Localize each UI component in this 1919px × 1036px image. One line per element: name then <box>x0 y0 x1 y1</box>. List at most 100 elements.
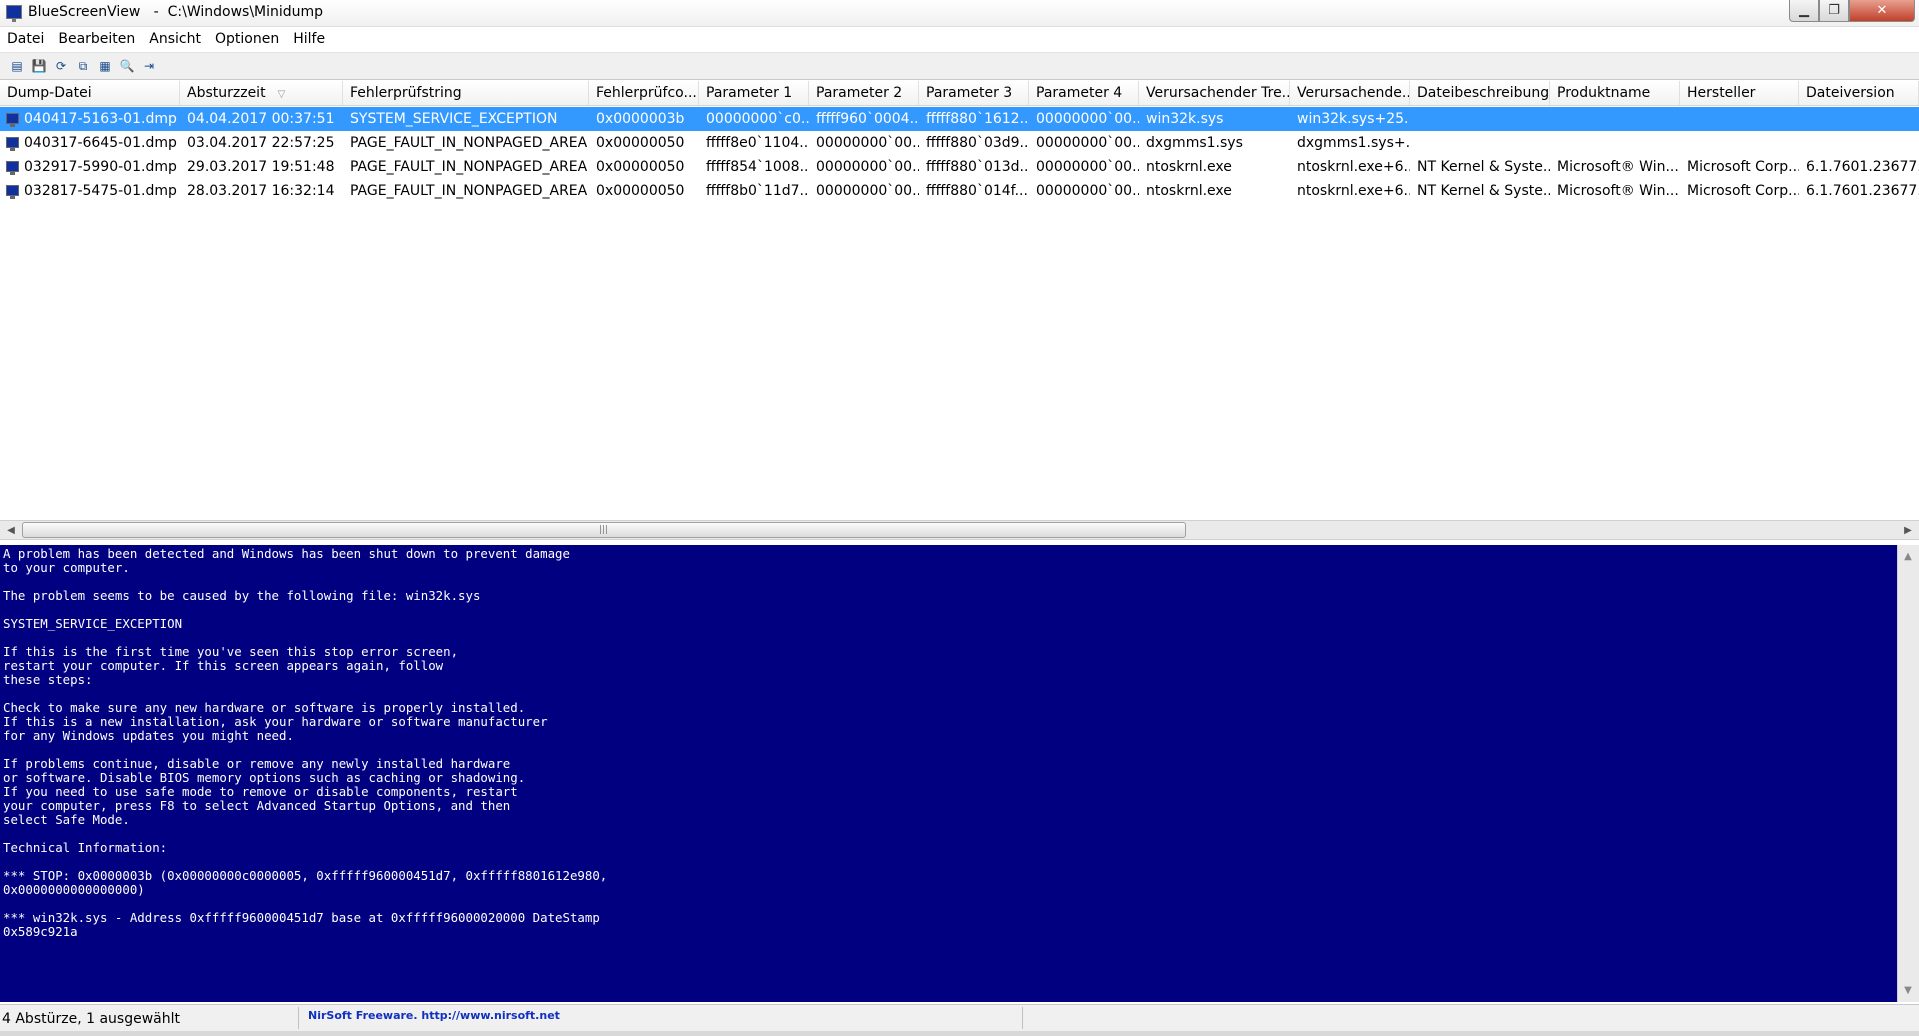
table-cell: 28.03.2017 16:32:14 <box>187 183 335 199</box>
table-cell <box>1799 131 1919 155</box>
table-cell: 032817-5475-01.dmp <box>24 183 177 199</box>
column-header-parameter-2[interactable]: Parameter 2 <box>809 81 919 105</box>
table-cell: 00000000`00... <box>1036 159 1139 175</box>
column-header-product-name[interactable]: Produktname <box>1550 81 1680 105</box>
copy-icon[interactable]: ⧉ <box>74 57 92 75</box>
table-cell: fffff8b0`11d7... <box>706 183 809 199</box>
table-row[interactable]: 032817-5475-01.dmp 28.03.2017 16:32:14 PAG… <box>0 179 1919 203</box>
table-cell: 6.1.7601.23677... <box>1806 159 1919 175</box>
table-cell: Microsoft® Win... <box>1557 183 1679 199</box>
table-cell: ntoskrnl.exe+6... <box>1297 159 1410 175</box>
nirsoft-link[interactable]: NirSoft Freeware. http://www.nirsoft.net <box>308 1009 560 1022</box>
column-header-company[interactable]: Hersteller <box>1680 81 1799 105</box>
column-header-caused-by-address[interactable]: Verursachende... <box>1290 81 1410 105</box>
table-cell: ntoskrnl.exe <box>1146 159 1232 175</box>
sort-arrow-icon: ▽ <box>277 89 286 100</box>
table-cell: dxgmms1.sys+... <box>1297 135 1410 151</box>
table-cell: 00000000`00... <box>816 135 919 151</box>
table-cell: ntoskrnl.exe <box>1146 183 1232 199</box>
column-header-parameter-1[interactable]: Parameter 1 <box>699 81 809 105</box>
table-cell: 29.03.2017 19:51:48 <box>187 159 335 175</box>
column-header-parameter-3[interactable]: Parameter 3 <box>919 81 1029 105</box>
menu-bearbeiten[interactable]: Bearbeiten <box>51 31 142 47</box>
menu-hilfe[interactable]: Hilfe <box>286 31 332 47</box>
table-cell: fffff880`014f... <box>926 183 1028 199</box>
table-cell: 0x00000050 <box>596 135 685 151</box>
html-report-icon[interactable]: ▤ <box>8 57 26 75</box>
bsod-text: A problem has been detected and Windows … <box>3 546 608 939</box>
table-cell: Microsoft® Win... <box>1557 159 1679 175</box>
find-icon[interactable]: 🔍 <box>118 57 136 75</box>
table-cell: fffff8e0`1104... <box>706 135 809 151</box>
table-cell: 040417-5163-01.dmp <box>24 111 177 127</box>
table-cell: dxgmms1.sys <box>1146 135 1243 151</box>
table-row[interactable]: 040417-5163-01.dmp 04.04.2017 00:37:51 SYS… <box>0 107 1919 131</box>
menu-optionen[interactable]: Optionen <box>208 31 286 47</box>
table-row[interactable]: 032917-5990-01.dmp 29.03.2017 19:51:48 PAG… <box>0 155 1919 179</box>
refresh-icon[interactable]: ⟳ <box>52 57 70 75</box>
scroll-up-arrow-icon[interactable]: ▲ <box>1898 547 1918 565</box>
table-cell <box>1680 107 1799 131</box>
column-header-bug-check-code[interactable]: Fehlerprüfco... <box>589 81 699 105</box>
menu-bar: Datei Bearbeiten Ansicht Optionen Hilfe <box>0 27 1919 51</box>
scroll-down-arrow-icon[interactable]: ▼ <box>1898 981 1918 999</box>
table-cell: win32k.sys+25... <box>1297 111 1410 127</box>
menu-ansicht[interactable]: Ansicht <box>142 31 208 47</box>
bsod-preview-pane: A problem has been detected and Windows … <box>0 545 1897 1002</box>
table-cell: PAGE_FAULT_IN_NONPAGED_AREA <box>350 183 588 199</box>
table-cell: 6.1.7601.23677... <box>1806 183 1919 199</box>
vertical-scrollbar[interactable]: ▲ ▼ <box>1897 545 1919 1002</box>
horizontal-scrollbar[interactable]: ◀ ||| ▶ <box>0 520 1919 540</box>
table-cell: NT Kernel & Syste... <box>1417 183 1550 199</box>
column-header-bug-check-string[interactable]: Fehlerprüfstring <box>343 81 589 105</box>
scroll-right-arrow-icon[interactable]: ▶ <box>1899 521 1917 539</box>
table-cell: 0x0000003b <box>596 111 685 127</box>
table-cell: 00000000`00... <box>1036 111 1139 127</box>
table-cell: NT Kernel & Syste... <box>1417 159 1550 175</box>
column-header-caused-by-driver[interactable]: Verursachender Tre... <box>1139 81 1290 105</box>
column-header-parameter-4[interactable]: Parameter 4 <box>1029 81 1139 105</box>
table-cell: Microsoft Corp... <box>1687 159 1799 175</box>
table-cell: 00000000`00... <box>1036 135 1139 151</box>
table-cell: fffff880`013d... <box>926 159 1029 175</box>
column-header-file-version[interactable]: Dateiversion <box>1799 81 1919 105</box>
table-cell: 0x00000050 <box>596 183 685 199</box>
status-separator <box>1022 1007 1023 1029</box>
column-header-file-description[interactable]: Dateibeschreibung <box>1410 81 1550 105</box>
table-cell <box>1799 107 1919 131</box>
table-cell: Microsoft Corp... <box>1687 183 1799 199</box>
minimize-button[interactable]: ▁ <box>1789 0 1819 22</box>
column-header-crash-time[interactable]: Absturzzeit ▽ <box>180 81 343 105</box>
table-cell: 00000000`00... <box>816 183 919 199</box>
table-cell: 040317-6645-01.dmp <box>24 135 177 151</box>
table-cell: SYSTEM_SERVICE_EXCEPTION <box>350 111 558 127</box>
crash-list[interactable]: Dump-Datei Absturzzeit ▽ Fehlerprüfstring… <box>0 81 1919 521</box>
table-cell: 00000000`c0... <box>706 111 809 127</box>
column-header-dump-file[interactable]: Dump-Datei <box>0 81 180 105</box>
table-cell <box>1410 131 1550 155</box>
close-button[interactable]: ✕ <box>1849 0 1915 22</box>
window-title: BlueScreenView - C:\Windows\Minidump <box>28 4 324 20</box>
table-cell <box>1550 131 1680 155</box>
menu-datei[interactable]: Datei <box>0 31 51 47</box>
table-cell: 00000000`00... <box>816 159 919 175</box>
exit-icon[interactable]: ⇥ <box>140 57 158 75</box>
table-row[interactable]: 040317-6645-01.dmp 03.04.2017 22:57:25 PAG… <box>0 131 1919 155</box>
table-cell <box>1550 107 1680 131</box>
table-cell: fffff854`1008... <box>706 159 809 175</box>
app-monitor-icon <box>6 5 22 22</box>
horizontal-scroll-thumb[interactable]: ||| <box>22 522 1186 538</box>
table-cell: 04.04.2017 00:37:51 <box>187 111 335 127</box>
scroll-grip-icon: ||| <box>599 525 609 535</box>
title-bar: BlueScreenView - C:\Windows\Minidump ▁ ❐… <box>0 0 1919 27</box>
maximize-button[interactable]: ❐ <box>1819 0 1849 22</box>
table-cell <box>1410 107 1550 131</box>
table-cell: win32k.sys <box>1146 111 1224 127</box>
save-icon[interactable]: 💾 <box>30 57 48 75</box>
status-bar: 4 Abstürze, 1 ausgewählt NirSoft Freewar… <box>0 1004 1919 1036</box>
table-cell: 032917-5990-01.dmp <box>24 159 177 175</box>
list-header: Dump-Datei Absturzzeit ▽ Fehlerprüfstring… <box>0 81 1919 106</box>
properties-icon[interactable]: ▦ <box>96 57 114 75</box>
scroll-left-arrow-icon[interactable]: ◀ <box>2 521 20 539</box>
table-cell: fffff960`0004... <box>816 111 919 127</box>
